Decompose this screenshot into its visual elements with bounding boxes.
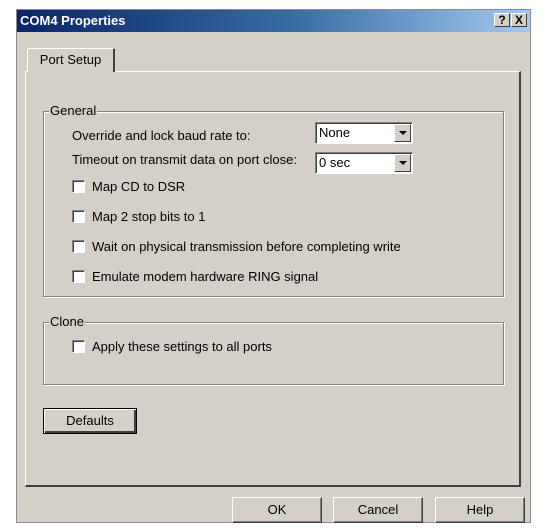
baud-rate-select[interactable]: None (315, 122, 413, 144)
ok-button[interactable]: OK (232, 497, 322, 523)
timeout-select[interactable]: 0 sec (315, 152, 413, 174)
defaults-button[interactable]: Defaults (43, 408, 137, 434)
help-button[interactable]: Help (435, 497, 525, 523)
title-bar[interactable]: COM4 Properties ? X (17, 10, 530, 32)
properties-dialog: COM4 Properties ? X Port Setup General O… (16, 9, 531, 523)
checkbox-label: Map 2 stop bits to 1 (92, 209, 206, 224)
chevron-down-icon[interactable] (394, 124, 411, 142)
checkbox-label: Apply these settings to all ports (92, 339, 272, 354)
tab-port-setup[interactable]: Port Setup (27, 48, 115, 72)
help-title-button[interactable]: ? (494, 13, 510, 27)
window-title: COM4 Properties (20, 13, 126, 28)
checkbox-box[interactable] (72, 270, 85, 283)
checkbox-label: Emulate modem hardware RING signal (92, 269, 319, 284)
close-title-button[interactable]: X (511, 13, 527, 27)
clone-groupbox: Clone Apply these settings to all ports (43, 314, 504, 385)
timeout-value: 0 sec (319, 155, 351, 170)
general-groupbox: General Override and lock baud rate to: … (43, 103, 504, 297)
checkbox-box[interactable] (72, 210, 85, 223)
checkbox-box[interactable] (72, 340, 85, 353)
clone-legend: Clone (49, 314, 85, 329)
baud-rate-value: None (319, 125, 351, 140)
baud-rate-label: Override and lock baud rate to: (72, 128, 251, 143)
checkbox-label: Wait on physical transmission before com… (92, 239, 401, 254)
checkbox-label: Map CD to DSR (92, 179, 186, 194)
tab-panel: General Override and lock baud rate to: … (25, 71, 521, 487)
timeout-label: Timeout on transmit data on port close: (72, 152, 297, 167)
chevron-down-icon[interactable] (394, 154, 411, 172)
checkbox-box[interactable] (72, 240, 85, 253)
cancel-button[interactable]: Cancel (333, 497, 423, 523)
checkbox-box[interactable] (72, 180, 85, 193)
general-legend: General (49, 103, 98, 118)
